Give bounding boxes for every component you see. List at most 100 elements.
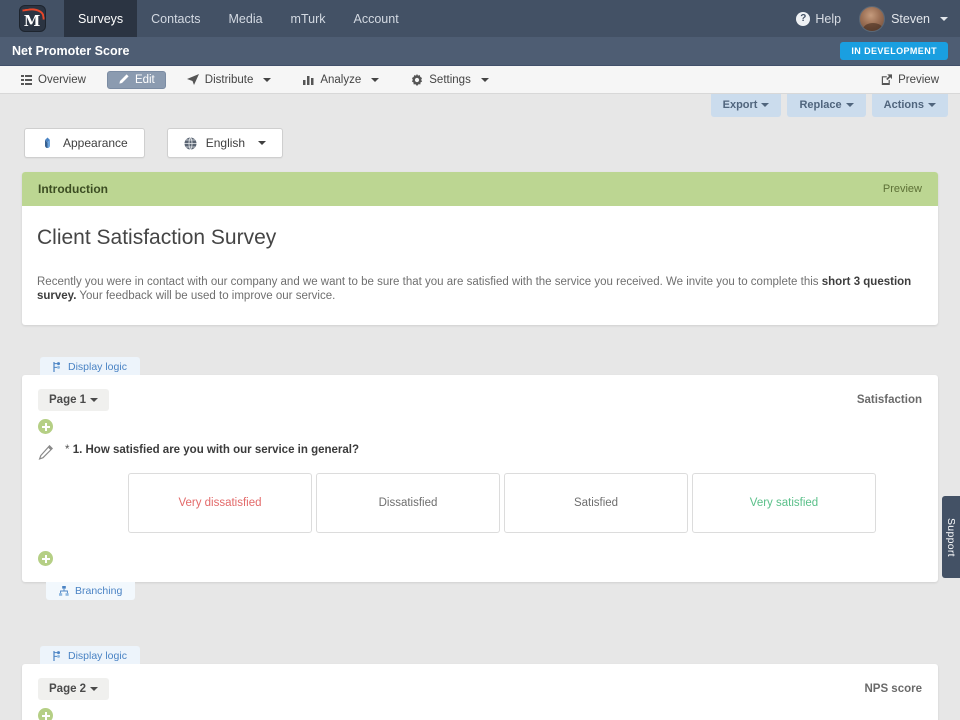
introduction-preview-link[interactable]: Preview [883, 183, 922, 195]
pencil-icon [118, 74, 129, 85]
chevron-down-icon [263, 78, 271, 82]
toolbar-right-group: Preview [870, 71, 950, 89]
chevron-down-icon [90, 398, 98, 402]
nav-item-mturk[interactable]: mTurk [277, 0, 340, 37]
help-button[interactable]: ? Help [796, 12, 841, 26]
appearance-label: Appearance [63, 136, 128, 150]
introduction-body: Client Satisfaction Survey Recently you … [22, 206, 938, 325]
globe-icon [184, 137, 197, 150]
page1-branching-label: Branching [75, 585, 122, 597]
page2-add-row [22, 700, 938, 720]
question-1-text: * 1. How satisfied are you with our serv… [62, 444, 359, 456]
option-dissatisfied[interactable]: Dissatisfied [316, 473, 500, 533]
tab-overview-label: Overview [38, 74, 86, 86]
language-label: English [206, 136, 245, 150]
replace-button[interactable]: Replace [787, 94, 865, 117]
send-icon [187, 74, 199, 85]
chevron-down-icon [481, 78, 489, 82]
page1-branching-tab[interactable]: Branching [46, 582, 135, 600]
nav-label-mturk: mTurk [291, 12, 326, 26]
page1-add-below-row [22, 533, 938, 582]
page1-selector[interactable]: Page 1 [38, 389, 109, 411]
tab-analyze[interactable]: Analyze [292, 71, 390, 89]
nav-item-account[interactable]: Account [340, 0, 413, 37]
page2-selector[interactable]: Page 2 [38, 678, 109, 700]
page2-display-logic-label: Display logic [68, 650, 127, 662]
question-mark-icon: ? [796, 12, 810, 26]
bar-chart-icon [303, 74, 314, 85]
add-question-icon[interactable] [38, 419, 53, 434]
option-very-satisfied[interactable]: Very satisfied [692, 473, 876, 533]
page2-section-tag: NPS score [864, 683, 922, 695]
page2-display-logic-tab[interactable]: Display logic [40, 646, 140, 664]
add-question-icon[interactable] [38, 708, 53, 720]
actions-label: Actions [884, 99, 924, 111]
chevron-down-icon [258, 141, 266, 145]
survey-description: Recently you were in contact with our co… [37, 276, 917, 303]
language-selector[interactable]: English [167, 128, 283, 158]
preview-button[interactable]: Preview [870, 71, 950, 89]
tab-edit[interactable]: Edit [107, 71, 166, 89]
introduction-card: Introduction Preview Client Satisfaction… [22, 172, 938, 325]
chevron-down-icon [90, 687, 98, 691]
action-buttons-row: Export Replace Actions [0, 94, 960, 120]
support-label: Support [945, 518, 957, 557]
survey-title-bar: Net Promoter Score IN DEVELOPMENT [0, 37, 960, 66]
tab-settings-label: Settings [429, 74, 471, 86]
appearance-button[interactable]: Appearance [24, 128, 145, 158]
nav-label-media: Media [229, 12, 263, 26]
page1-display-logic-label: Display logic [68, 361, 127, 373]
nav-item-media[interactable]: Media [215, 0, 277, 37]
page-title: Net Promoter Score [12, 44, 129, 58]
gear-icon [411, 74, 423, 86]
tab-distribute-label: Distribute [205, 74, 254, 86]
status-badge: IN DEVELOPMENT [840, 42, 948, 60]
nav-item-contacts[interactable]: Contacts [137, 0, 214, 37]
page1-section-tag: Satisfaction [857, 394, 922, 406]
page1-branching-strip: Branching [0, 582, 960, 600]
page1-card: Page 1 Satisfaction * 1. How satisfied a… [22, 375, 938, 582]
chevron-down-icon [928, 103, 936, 107]
description-lead: Recently you were in contact with our co… [37, 276, 822, 288]
tab-overview[interactable]: Overview [10, 71, 97, 89]
add-question-icon[interactable] [38, 551, 53, 566]
option-satisfied[interactable]: Satisfied [504, 473, 688, 533]
tab-analyze-label: Analyze [320, 74, 361, 86]
chevron-down-icon [761, 103, 769, 107]
nav-label-contacts: Contacts [151, 12, 200, 26]
page2-tabstrip: Display logic [0, 646, 960, 664]
page1-tabstrip: Display logic [0, 357, 960, 375]
description-tail: Your feedback will be used to improve ou… [76, 290, 335, 302]
logo-letter-icon: M [20, 14, 45, 29]
page2-label: Page 2 [49, 683, 86, 695]
nav-item-surveys[interactable]: Surveys [64, 0, 137, 37]
top-navigation-bar: M Surveys Contacts Media mTurk Account ?… [0, 0, 960, 37]
user-menu[interactable]: Steven [859, 6, 948, 32]
introduction-header: Introduction Preview [22, 172, 938, 206]
option-very-dissatisfied[interactable]: Very dissatisfied [128, 473, 312, 533]
list-icon [21, 75, 32, 85]
page1-display-logic-tab[interactable]: Display logic [40, 357, 140, 375]
edit-question-button[interactable] [38, 444, 62, 465]
preview-label: Preview [898, 74, 939, 86]
tab-edit-label: Edit [135, 74, 155, 86]
survey-toolbar: Overview Edit Distribute Analyze Setting… [0, 66, 960, 94]
page1-label: Page 1 [49, 394, 86, 406]
chevron-down-icon [940, 17, 948, 21]
replace-label: Replace [799, 99, 841, 111]
main-nav-items: Surveys Contacts Media mTurk Account [64, 0, 413, 37]
nav-label-surveys: Surveys [78, 12, 123, 26]
export-button[interactable]: Export [711, 94, 782, 117]
question-1-label: How satisfied are you with our service i… [85, 444, 359, 456]
question-1-number: 1. [73, 444, 83, 456]
actions-button[interactable]: Actions [872, 94, 948, 117]
app-logo[interactable]: M [0, 0, 64, 37]
appearance-row: Appearance English [0, 120, 960, 158]
page1-header: Page 1 Satisfaction [22, 375, 938, 411]
avatar [859, 6, 885, 32]
support-tab[interactable]: Support [942, 496, 960, 578]
user-name-label: Steven [891, 12, 930, 26]
tab-distribute[interactable]: Distribute [176, 71, 283, 89]
page2-card: Page 2 NPS score [22, 664, 938, 720]
tab-settings[interactable]: Settings [400, 71, 500, 89]
